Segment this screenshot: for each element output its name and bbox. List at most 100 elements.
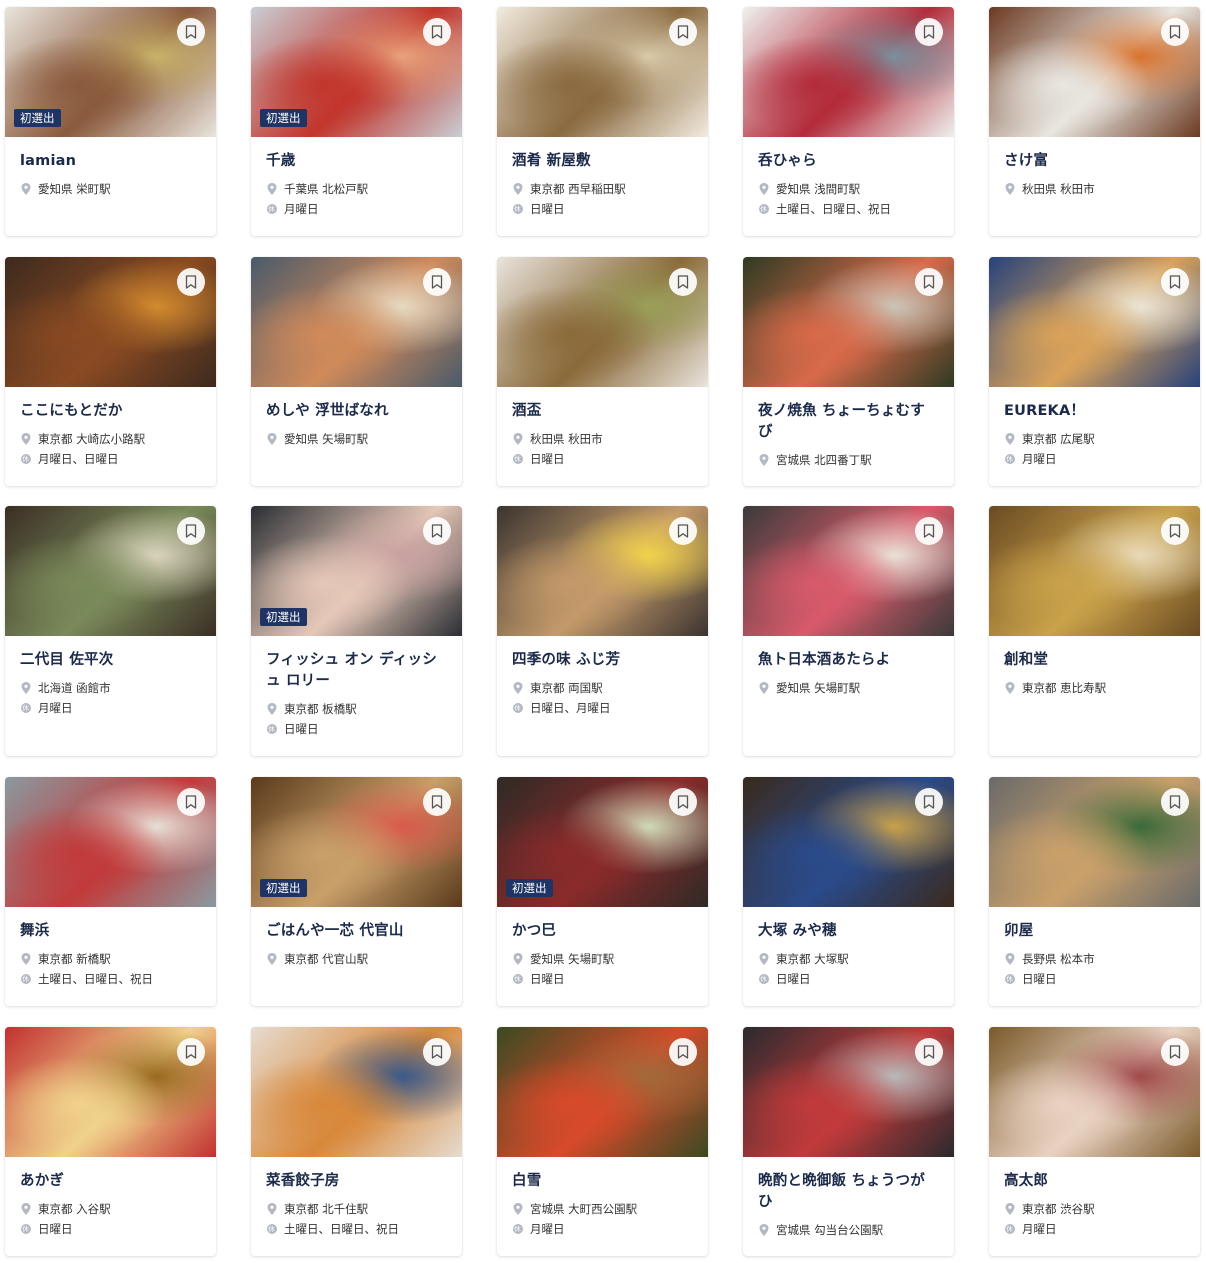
restaurant-card[interactable]: 初選出 ごはんや一芯 代官山 東京都 代官山駅 xyxy=(251,777,462,1006)
bookmark-button[interactable] xyxy=(1161,18,1189,46)
restaurant-photo[interactable] xyxy=(497,506,708,636)
bookmark-button[interactable] xyxy=(915,18,943,46)
restaurant-name[interactable]: 夜ノ焼魚 ちょーちょむすび xyxy=(758,401,939,443)
restaurant-photo[interactable] xyxy=(5,1027,216,1157)
restaurant-name[interactable]: フィッシュ オン ディッシュ ロリー xyxy=(266,650,447,692)
bookmark-button[interactable] xyxy=(177,788,205,816)
bookmark-button[interactable] xyxy=(669,788,697,816)
restaurant-card[interactable]: さけ富 秋田県 秋田市 xyxy=(989,7,1200,236)
restaurant-card[interactable]: 菜香餃子房 東京都 北千住駅休土曜日、日曜日、祝日 xyxy=(251,1027,462,1256)
restaurant-name[interactable]: 大塚 みや穂 xyxy=(758,921,939,942)
restaurant-photo[interactable] xyxy=(497,1027,708,1157)
restaurant-photo[interactable] xyxy=(251,1027,462,1157)
bookmark-button[interactable] xyxy=(669,1038,697,1066)
bookmark-button[interactable] xyxy=(423,1038,451,1066)
bookmark-button[interactable] xyxy=(423,18,451,46)
bookmark-button[interactable] xyxy=(177,268,205,296)
restaurant-photo[interactable] xyxy=(743,506,954,636)
bookmark-button[interactable] xyxy=(669,517,697,545)
restaurant-name[interactable]: 酒肴 新屋敷 xyxy=(512,151,693,172)
restaurant-card[interactable]: 白雪 宮城県 大町西公園駅休月曜日 xyxy=(497,1027,708,1256)
restaurant-photo[interactable] xyxy=(5,506,216,636)
restaurant-photo[interactable] xyxy=(743,1027,954,1157)
bookmark-button[interactable] xyxy=(1161,1038,1189,1066)
restaurant-name[interactable]: 創和堂 xyxy=(1004,650,1185,671)
restaurant-card[interactable]: 初選出 かつ巳 愛知県 矢場町駅休日曜日 xyxy=(497,777,708,1006)
bookmark-button[interactable] xyxy=(423,517,451,545)
restaurant-card[interactable]: 二代目 佐平次 北海道 函館市休月曜日 xyxy=(5,506,216,756)
restaurant-name[interactable]: EUREKA！ xyxy=(1004,401,1185,422)
restaurant-card[interactable]: 酒肴 新屋敷 東京都 西早稲田駅休日曜日 xyxy=(497,7,708,236)
bookmark-button[interactable] xyxy=(915,1038,943,1066)
restaurant-name[interactable]: 舞浜 xyxy=(20,921,201,942)
bookmark-button[interactable] xyxy=(423,788,451,816)
bookmark-button[interactable] xyxy=(915,788,943,816)
restaurant-photo[interactable] xyxy=(989,7,1200,137)
restaurant-card[interactable]: めしや 浮世ばなれ 愛知県 矢場町駅 xyxy=(251,257,462,486)
restaurant-card[interactable]: 晩酌と晩御飯 ちょうつがひ 宮城県 勾当台公園駅 xyxy=(743,1027,954,1256)
bookmark-button[interactable] xyxy=(177,18,205,46)
restaurant-photo[interactable] xyxy=(989,257,1200,387)
restaurant-photo[interactable] xyxy=(989,777,1200,907)
restaurant-name[interactable]: 呑ひゃら xyxy=(758,151,939,172)
restaurant-photo[interactable]: 初選出 xyxy=(5,7,216,137)
restaurant-photo[interactable] xyxy=(743,257,954,387)
restaurant-name[interactable]: 晩酌と晩御飯 ちょうつがひ xyxy=(758,1171,939,1213)
bookmark-button[interactable] xyxy=(423,268,451,296)
restaurant-name[interactable]: 二代目 佐平次 xyxy=(20,650,201,671)
restaurant-name[interactable]: 菜香餃子房 xyxy=(266,1171,447,1192)
restaurant-photo[interactable]: 初選出 xyxy=(251,506,462,636)
restaurant-name[interactable]: 四季の味 ふじ芳 xyxy=(512,650,693,671)
bookmark-button[interactable] xyxy=(177,517,205,545)
restaurant-card[interactable]: ここにもとだか 東京都 大崎広小路駅休月曜日、日曜日 xyxy=(5,257,216,486)
bookmark-button[interactable] xyxy=(669,18,697,46)
restaurant-name[interactable]: めしや 浮世ばなれ xyxy=(266,401,447,422)
bookmark-button[interactable] xyxy=(177,1038,205,1066)
restaurant-card[interactable]: 高太郎 東京都 渋谷駅休月曜日 xyxy=(989,1027,1200,1256)
restaurant-photo[interactable] xyxy=(5,777,216,907)
restaurant-name[interactable]: 千歳 xyxy=(266,151,447,172)
restaurant-name[interactable]: 魚ト日本酒あたらよ xyxy=(758,650,939,671)
restaurant-name[interactable]: lamian xyxy=(20,151,201,172)
restaurant-name[interactable]: 高太郎 xyxy=(1004,1171,1185,1192)
bookmark-button[interactable] xyxy=(915,517,943,545)
restaurant-card[interactable]: 呑ひゃら 愛知県 浅間町駅休土曜日、日曜日、祝日 xyxy=(743,7,954,236)
restaurant-name[interactable]: さけ富 xyxy=(1004,151,1185,172)
restaurant-card[interactable]: 魚ト日本酒あたらよ 愛知県 矢場町駅 xyxy=(743,506,954,756)
restaurant-photo[interactable] xyxy=(5,257,216,387)
restaurant-photo[interactable] xyxy=(743,7,954,137)
restaurant-card[interactable]: 初選出 千歳 千葉県 北松戸駅休月曜日 xyxy=(251,7,462,236)
restaurant-name[interactable]: 卯屋 xyxy=(1004,921,1185,942)
restaurant-card[interactable]: 四季の味 ふじ芳 東京都 両国駅休日曜日、月曜日 xyxy=(497,506,708,756)
restaurant-name[interactable]: ごはんや一芯 代官山 xyxy=(266,921,447,942)
restaurant-photo[interactable] xyxy=(497,257,708,387)
bookmark-button[interactable] xyxy=(1161,268,1189,296)
restaurant-card[interactable]: 初選出 フィッシュ オン ディッシュ ロリー 東京都 板橋駅休日曜日 xyxy=(251,506,462,756)
restaurant-card[interactable]: あかぎ 東京都 入谷駅休日曜日 xyxy=(5,1027,216,1256)
restaurant-card[interactable]: 初選出 lamian 愛知県 栄町駅 xyxy=(5,7,216,236)
restaurant-card[interactable]: EUREKA！ 東京都 広尾駅休月曜日 xyxy=(989,257,1200,486)
restaurant-card[interactable]: 大塚 みや穂 東京都 大塚駅休日曜日 xyxy=(743,777,954,1006)
restaurant-photo[interactable] xyxy=(989,506,1200,636)
restaurant-name[interactable]: かつ巳 xyxy=(512,921,693,942)
restaurant-photo[interactable] xyxy=(497,7,708,137)
bookmark-button[interactable] xyxy=(669,268,697,296)
restaurant-name[interactable]: 白雪 xyxy=(512,1171,693,1192)
restaurant-photo[interactable] xyxy=(251,257,462,387)
bookmark-button[interactable] xyxy=(915,268,943,296)
restaurant-name[interactable]: あかぎ xyxy=(20,1171,201,1192)
restaurant-photo[interactable] xyxy=(989,1027,1200,1157)
restaurant-photo[interactable]: 初選出 xyxy=(251,777,462,907)
restaurant-card[interactable]: 夜ノ焼魚 ちょーちょむすび 宮城県 北四番丁駅 xyxy=(743,257,954,486)
bookmark-button[interactable] xyxy=(1161,788,1189,816)
restaurant-card[interactable]: 酒盃 秋田県 秋田市休日曜日 xyxy=(497,257,708,486)
restaurant-photo[interactable]: 初選出 xyxy=(497,777,708,907)
restaurant-name[interactable]: ここにもとだか xyxy=(20,401,201,422)
restaurant-card[interactable]: 創和堂 東京都 恵比寿駅 xyxy=(989,506,1200,756)
restaurant-photo[interactable] xyxy=(743,777,954,907)
restaurant-name[interactable]: 酒盃 xyxy=(512,401,693,422)
restaurant-photo[interactable]: 初選出 xyxy=(251,7,462,137)
bookmark-button[interactable] xyxy=(1161,517,1189,545)
restaurant-card[interactable]: 卯屋 長野県 松本市休日曜日 xyxy=(989,777,1200,1006)
restaurant-card[interactable]: 舞浜 東京都 新橋駅休土曜日、日曜日、祝日 xyxy=(5,777,216,1006)
